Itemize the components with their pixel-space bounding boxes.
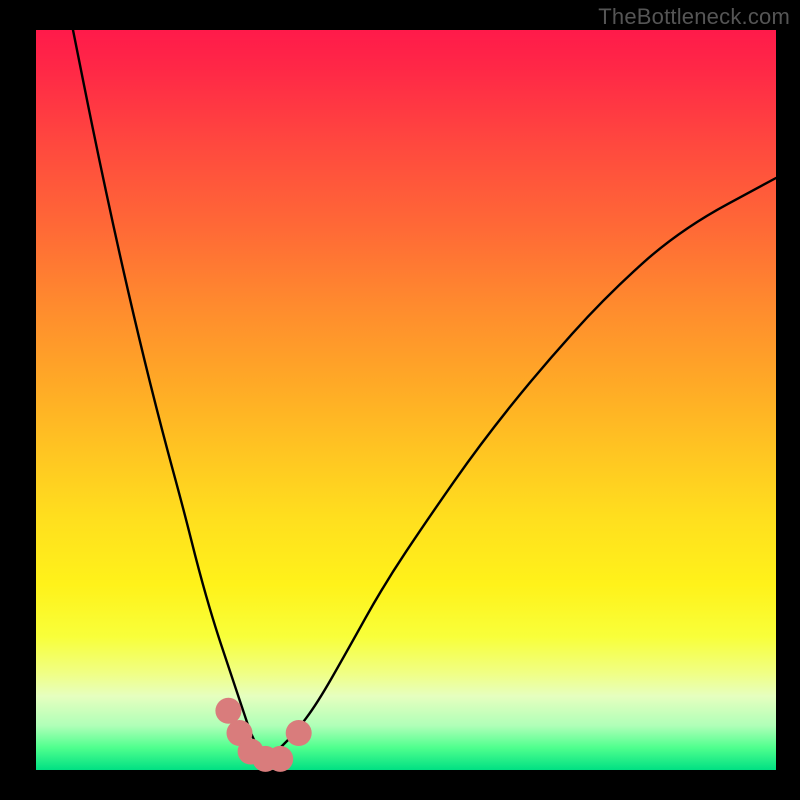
curve-markers bbox=[215, 698, 311, 772]
watermark-text: TheBottleneck.com bbox=[598, 4, 790, 30]
chart-svg bbox=[0, 0, 800, 800]
curve-marker bbox=[215, 698, 241, 724]
curve-marker bbox=[267, 746, 293, 772]
bottleneck-curve bbox=[73, 30, 776, 755]
curve-marker bbox=[286, 720, 312, 746]
chart-frame: TheBottleneck.com bbox=[0, 0, 800, 800]
bottleneck-curve-path bbox=[73, 30, 776, 755]
